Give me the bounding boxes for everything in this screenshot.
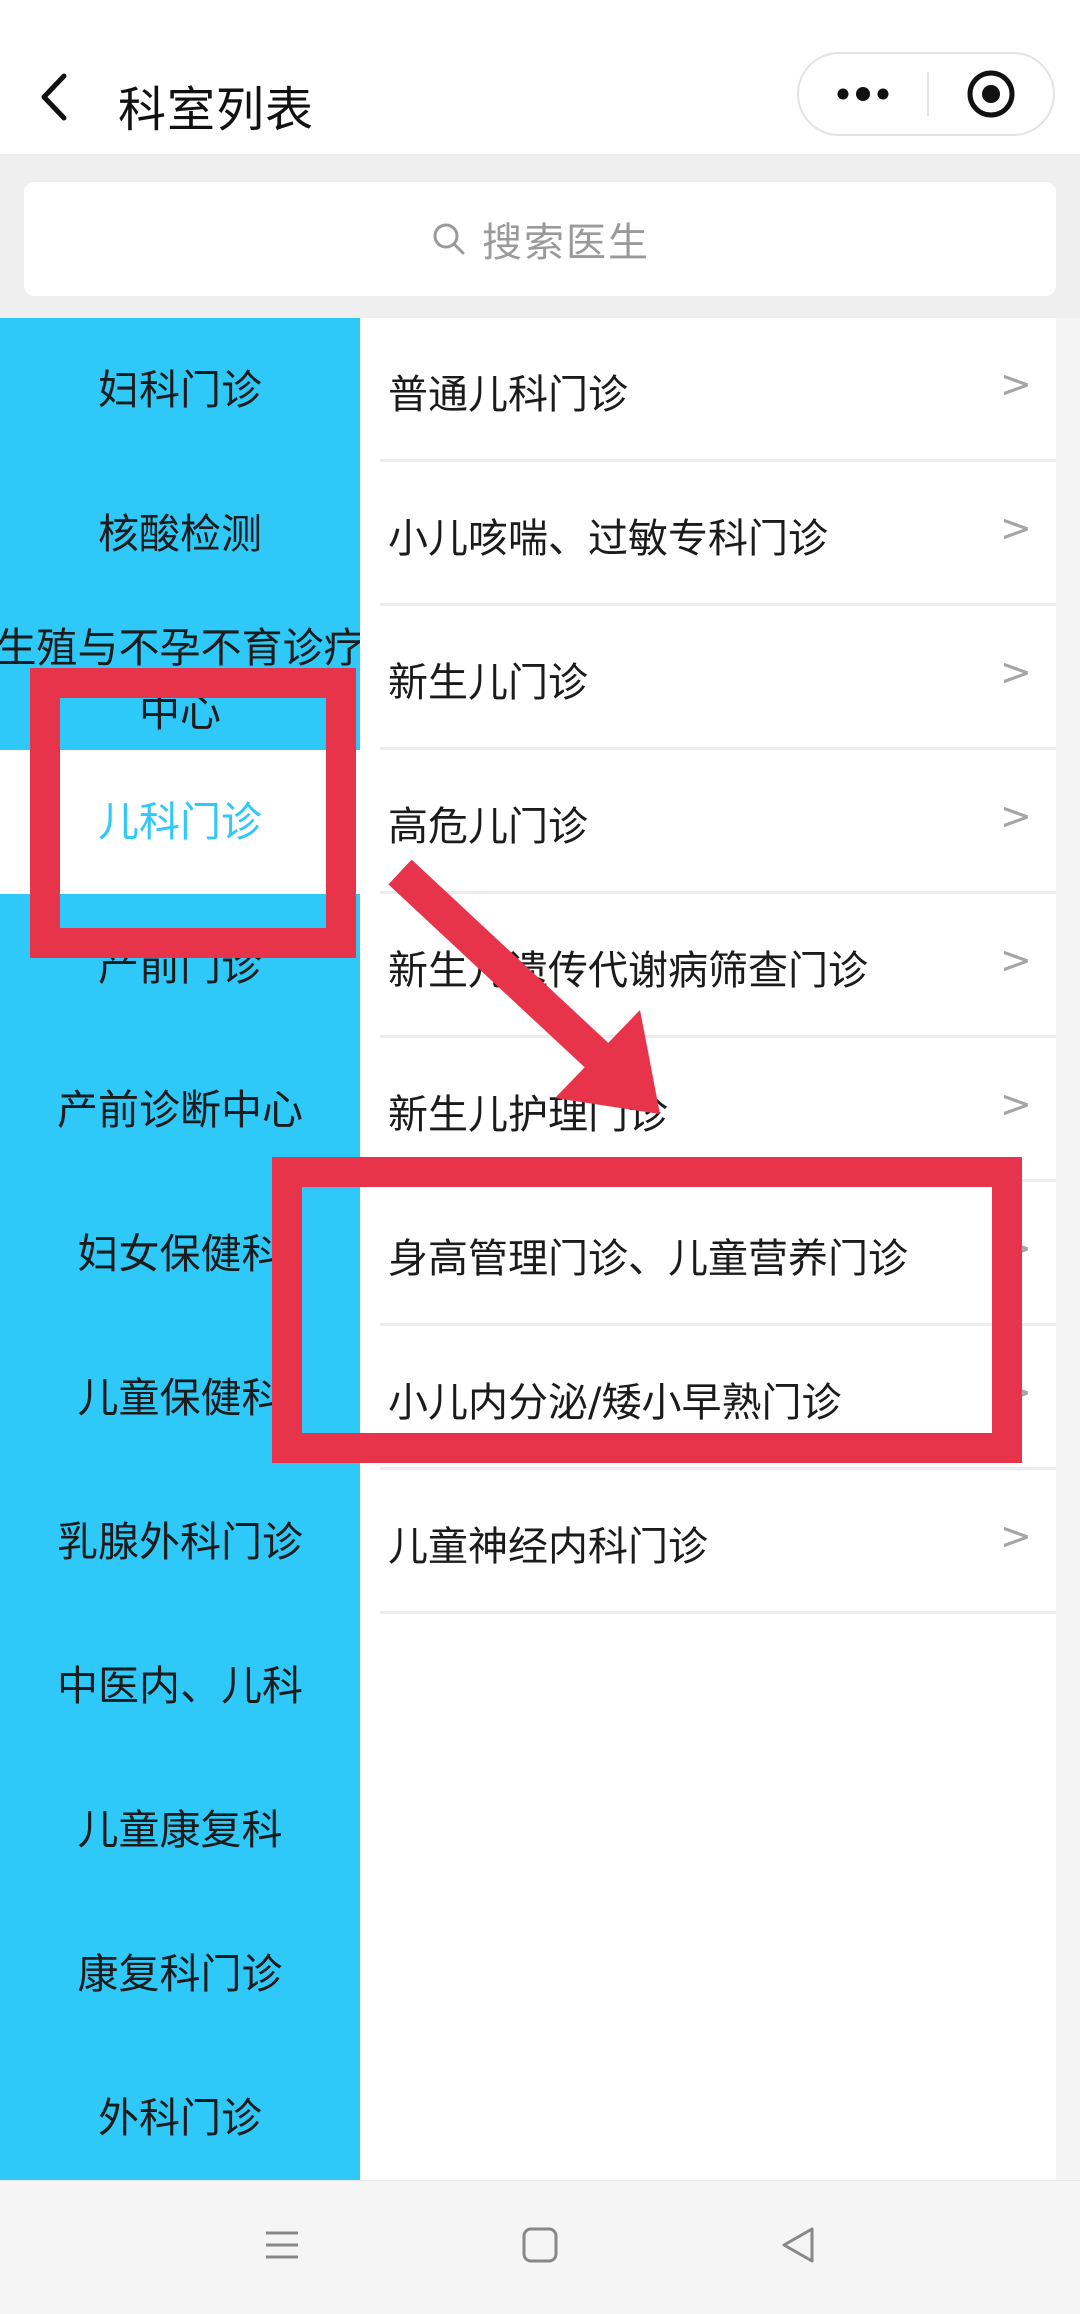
sidebar-item-fertility-center[interactable]: 生殖与不孕不育诊疗中心 <box>0 606 360 750</box>
sidebar-item-gynecology[interactable]: 妇科门诊 <box>0 318 360 462</box>
list-item[interactable]: 小儿咳喘、过敏专科门诊 > <box>360 462 1056 606</box>
sidebar-item-surgery[interactable]: 外科门诊 <box>0 2046 360 2180</box>
sidebar-item-label: 康复科门诊 <box>77 1950 283 1998</box>
chevron-left-icon <box>41 73 67 121</box>
list-item[interactable]: 高危儿门诊 > <box>360 750 1056 894</box>
sidebar-item-label: 生殖与不孕不育诊疗中心 <box>0 624 360 736</box>
sidebar-item-child-health[interactable]: 儿童保健科 <box>0 1326 360 1470</box>
chevron-right-icon: > <box>1000 1226 1032 1270</box>
list-item-label: 小儿内分泌/矮小早熟门诊 <box>388 1380 842 1426</box>
chevron-right-icon: > <box>1000 506 1032 550</box>
sidebar-item-label: 核酸检测 <box>98 510 262 558</box>
chevron-right-icon: > <box>1000 1082 1032 1126</box>
list-item[interactable]: 身高管理门诊、儿童营养门诊 > <box>360 1182 1056 1326</box>
square-home-icon <box>522 2227 558 2263</box>
mini-program-capsule <box>797 52 1055 136</box>
divider <box>380 1611 1056 1614</box>
chevron-right-icon: > <box>1000 794 1032 838</box>
sidebar-item-women-health[interactable]: 妇女保健科 <box>0 1182 360 1326</box>
list-item[interactable]: 小儿内分泌/矮小早熟门诊 > <box>360 1326 1056 1470</box>
nav-bar: 科室列表 <box>0 12 1080 154</box>
list-item[interactable]: 普通儿科门诊 > <box>360 318 1056 462</box>
list-item-label: 新生儿护理门诊 <box>388 1092 668 1138</box>
list-item-label: 新生儿门诊 <box>388 660 588 706</box>
more-button[interactable] <box>799 54 927 134</box>
list-item[interactable]: 新生儿遗传代谢病筛查门诊 > <box>360 894 1056 1038</box>
search-placeholder: 搜索医生 <box>482 220 650 266</box>
sidebar-item-label: 儿科门诊 <box>98 798 262 846</box>
sidebar-item-label: 中医内、儿科 <box>57 1662 303 1710</box>
sidebar-item-pediatrics[interactable]: 儿科门诊 <box>0 750 360 894</box>
back-button[interactable] <box>30 62 80 132</box>
chevron-right-icon: > <box>1000 1514 1032 1558</box>
sidebar-item-label: 乳腺外科门诊 <box>57 1518 303 1566</box>
sidebar-item-label: 外科门诊 <box>98 2094 262 2142</box>
chevron-right-icon: > <box>1000 362 1032 406</box>
chevron-right-icon: > <box>1000 650 1032 694</box>
sidebar-item-prenatal[interactable]: 产前门诊 <box>0 894 360 1038</box>
list-right-margin <box>1056 318 1080 2180</box>
sidebar-item-label: 儿童保健科 <box>77 1374 283 1422</box>
sidebar-item-prenatal-diagnosis[interactable]: 产前诊断中心 <box>0 1038 360 1182</box>
sidebar-item-label: 产前门诊 <box>98 942 262 990</box>
list-item[interactable]: 新生儿门诊 > <box>360 606 1056 750</box>
search-icon <box>433 223 465 255</box>
chevron-right-icon: > <box>1000 1370 1032 1414</box>
system-back-button[interactable] <box>768 2215 828 2275</box>
target-close-icon <box>967 70 1015 118</box>
page-title: 科室列表 <box>118 82 315 138</box>
list-item-label: 小儿咳喘、过敏专科门诊 <box>388 516 828 562</box>
list-item[interactable]: 儿童神经内科门诊 > <box>360 1470 1056 1614</box>
home-button[interactable] <box>510 2215 570 2275</box>
menu-lines-icon <box>266 2231 298 2259</box>
menu-button[interactable] <box>252 2215 312 2275</box>
sidebar-item-label: 儿童康复科 <box>77 1806 283 1854</box>
sidebar-item-label: 妇科门诊 <box>98 366 262 414</box>
search-area: 搜索医生 <box>0 154 1080 318</box>
sidebar-item-tcm[interactable]: 中医内、儿科 <box>0 1614 360 1758</box>
chevron-right-icon: > <box>1000 938 1032 982</box>
close-button[interactable] <box>929 54 1053 134</box>
list-item-label: 身高管理门诊、儿童营养门诊 <box>388 1236 908 1282</box>
sidebar-item-child-rehab[interactable]: 儿童康复科 <box>0 1758 360 1902</box>
list-item-label: 高危儿门诊 <box>388 804 588 850</box>
sidebar-item-label: 产前诊断中心 <box>57 1086 303 1134</box>
sidebar-item-rehab[interactable]: 康复科门诊 <box>0 1902 360 2046</box>
sidebar-item-nucleic-acid-test[interactable]: 核酸检测 <box>0 462 360 606</box>
triangle-back-icon <box>782 2227 814 2263</box>
list-item-label: 普通儿科门诊 <box>388 372 628 418</box>
search-input[interactable]: 搜索医生 <box>24 182 1056 296</box>
more-dots-icon <box>837 87 889 101</box>
list-item-label: 儿童神经内科门诊 <box>388 1524 708 1570</box>
sidebar-item-breast-surgery[interactable]: 乳腺外科门诊 <box>0 1470 360 1614</box>
sidebar-item-label: 妇女保健科 <box>77 1230 283 1278</box>
system-nav-bar <box>0 2180 1080 2314</box>
list-item-label: 新生儿遗传代谢病筛查门诊 <box>388 948 868 994</box>
department-sidebar: 妇科门诊 核酸检测 生殖与不孕不育诊疗中心 儿科门诊 产前门诊 产前诊断中心 妇… <box>0 318 360 2180</box>
status-bar <box>0 0 1080 12</box>
department-list: 普通儿科门诊 > 小儿咳喘、过敏专科门诊 > 新生儿门诊 > 高危儿门诊 > 新… <box>360 318 1080 2180</box>
list-item[interactable]: 新生儿护理门诊 > <box>360 1038 1056 1182</box>
